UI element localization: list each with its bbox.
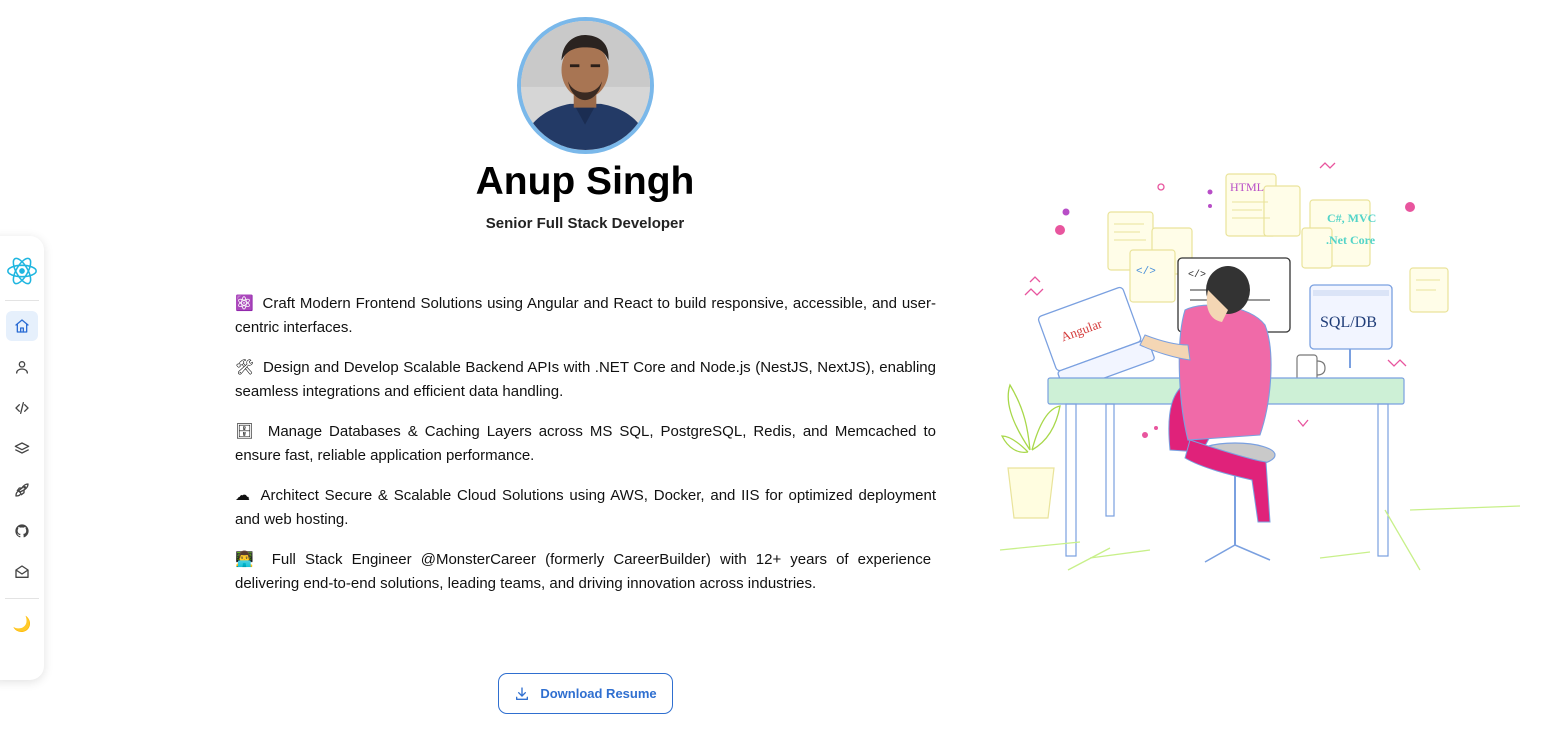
code-tag-label: </> — [1136, 266, 1156, 278]
html-label: HTML — [1230, 180, 1264, 194]
sidebar-item-experience[interactable] — [6, 434, 38, 464]
highlight-text: Craft Modern Frontend Solutions using An… — [235, 295, 936, 336]
highlights-list: ⚛️ Craft Modern Frontend Solutions using… — [235, 292, 936, 612]
sidebar-divider-bottom — [5, 598, 39, 599]
cloud-icon: ☁ — [235, 487, 252, 504]
sidebar-item-home[interactable] — [6, 311, 38, 341]
download-icon — [516, 686, 529, 700]
highlight-text: Full Stack Engineer @MonsterCareer (form… — [235, 551, 932, 592]
profile-avatar — [517, 17, 654, 154]
mail-icon — [15, 565, 29, 578]
sidebar-item-github[interactable] — [6, 516, 38, 546]
avatar-photo — [521, 21, 650, 150]
highlight-text: Architect Secure & Scalable Cloud Soluti… — [235, 487, 937, 528]
theme-toggle-button[interactable]: 🌙 — [6, 609, 38, 639]
sidebar-item-skills[interactable] — [6, 393, 38, 423]
download-resume-label: Download Resume — [540, 686, 657, 701]
tools-icon: 🛠 — [235, 359, 255, 376]
highlight-text: Design and Develop Scalable Backend APIs… — [235, 359, 936, 400]
database-icon: 🗄 — [235, 423, 257, 440]
highlight-item: 🛠 Design and Develop Scalable Backend AP… — [235, 356, 936, 404]
profile-role: Senior Full Stack Developer — [485, 215, 685, 232]
sidebar-nav: 🌙 — [0, 236, 44, 680]
highlight-item: 👨‍💻 Full Stack Engineer @MonsterCareer (… — [235, 548, 936, 596]
profile-name: Anup Singh — [475, 160, 695, 203]
developer-illustration: HTML C#, MVC .Net Core </> </> -{ } </> … — [999, 162, 1521, 571]
highlight-item: ☁ Architect Secure & Scalable Cloud Solu… — [235, 484, 936, 532]
react-logo-icon[interactable] — [5, 254, 39, 288]
atom-icon: ⚛️ — [235, 295, 254, 312]
csharp-label: C#, MVC — [1327, 211, 1376, 225]
home-icon — [15, 319, 29, 333]
highlight-item: 🗄 Manage Databases & Caching Layers acro… — [235, 420, 936, 468]
download-resume-button[interactable]: Download Resume — [498, 673, 673, 714]
sql-db-label: SQL/DB — [1320, 314, 1377, 331]
highlight-text: Manage Databases & Caching Layers across… — [235, 423, 937, 464]
sidebar-item-about[interactable] — [6, 352, 38, 382]
highlight-item: ⚛️ Craft Modern Frontend Solutions using… — [235, 292, 936, 340]
github-icon — [15, 524, 29, 538]
sidebar-divider — [5, 300, 39, 301]
netcore-label: .Net Core — [1326, 233, 1376, 247]
sidebar-item-contact[interactable] — [6, 557, 38, 587]
sidebar-item-projects[interactable] — [6, 475, 38, 505]
code-icon — [15, 402, 29, 414]
moon-icon: 🌙 — [12, 615, 32, 633]
user-icon — [16, 361, 28, 374]
developer-icon: 👨‍💻 — [235, 551, 259, 568]
rocket-icon — [15, 483, 29, 497]
layers-icon — [14, 442, 30, 454]
